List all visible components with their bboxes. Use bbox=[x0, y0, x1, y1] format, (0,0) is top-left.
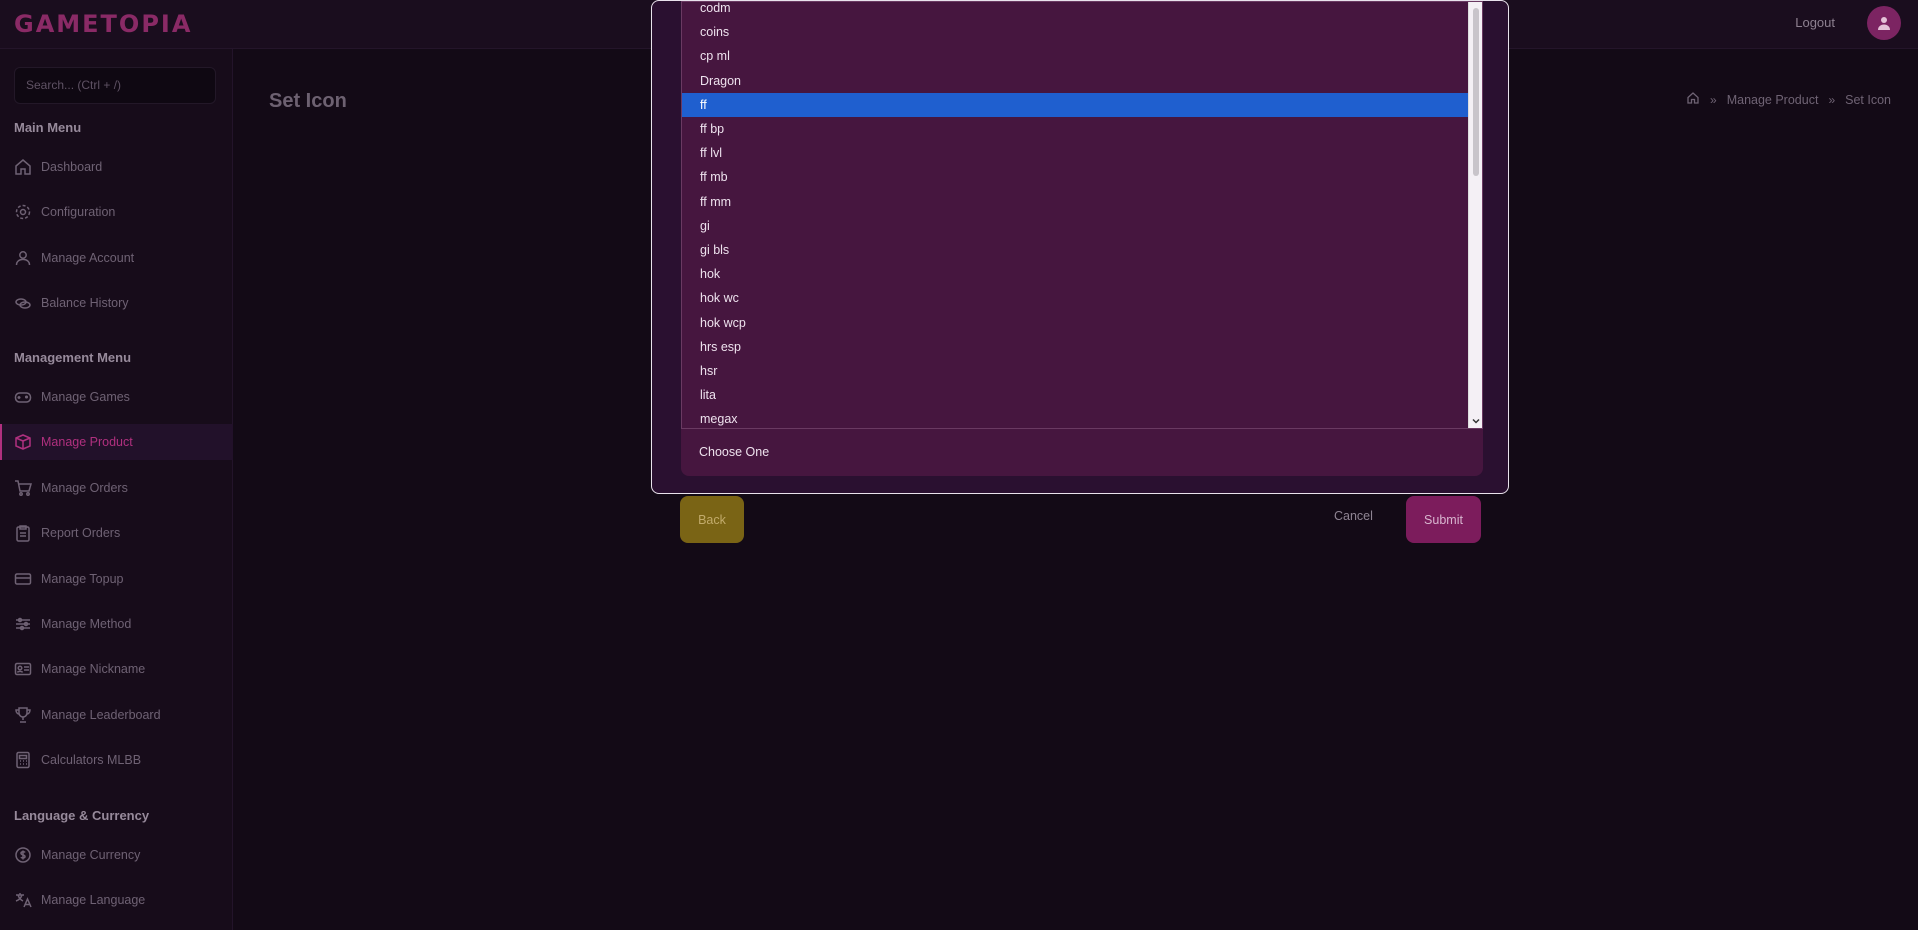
option-item[interactable]: cp ml bbox=[682, 44, 1469, 68]
sidebar-item-calculators-mlbb[interactable]: Calculators MLBB bbox=[0, 742, 233, 778]
cart-icon bbox=[14, 479, 32, 497]
scrollbar-thumb[interactable] bbox=[1473, 8, 1479, 176]
option-item[interactable]: codm bbox=[682, 2, 1469, 20]
main-menu-title: Main Menu bbox=[14, 120, 82, 135]
card-icon bbox=[14, 570, 32, 588]
sliders-icon bbox=[14, 615, 32, 633]
logout-link[interactable]: Logout bbox=[1795, 15, 1835, 30]
breadcrumb: » Manage Product » Set Icon bbox=[1686, 91, 1891, 108]
sidebar-item-label: Report Orders bbox=[41, 526, 121, 541]
calculator-icon bbox=[14, 751, 32, 769]
sidebar-item-label: Calculators MLBB bbox=[41, 753, 142, 768]
gamepad-icon bbox=[14, 388, 32, 406]
sidebar-item-label: Dashboard bbox=[41, 160, 103, 174]
user-icon bbox=[14, 249, 32, 267]
sidebar-item-label: Manage Currency bbox=[41, 848, 141, 862]
breadcrumb-separator: » bbox=[1828, 92, 1836, 107]
language-currency-title: Language & Currency bbox=[14, 808, 150, 823]
option-item[interactable]: gi bls bbox=[682, 238, 1469, 262]
icon-select-panel: codm coins cp ml Dragon ff ff bp ff lvl ff mb ff… bbox=[651, 0, 1509, 494]
id-card-icon bbox=[14, 660, 32, 678]
option-item[interactable]: ff bbox=[682, 92, 1469, 117]
option-item[interactable]: gi bbox=[682, 214, 1469, 238]
sidebar-item-label: Manage Nickname bbox=[41, 662, 146, 677]
sidebar: Search... (Ctrl + /) Main Menu Dashboard… bbox=[0, 49, 233, 930]
sidebar-item-label: Manage Language bbox=[41, 893, 146, 908]
option-item[interactable]: ff lvl bbox=[682, 141, 1469, 165]
sidebar-item-label: Manage Method bbox=[41, 617, 132, 631]
option-item[interactable]: ff mb bbox=[682, 165, 1469, 189]
logo[interactable]: GAMETOPIA bbox=[14, 10, 192, 38]
option-item[interactable]: megax bbox=[682, 407, 1469, 428]
option-item[interactable]: hok wcp bbox=[682, 311, 1469, 335]
sidebar-item-manage-orders[interactable]: Manage Orders bbox=[0, 470, 233, 506]
chevron-down-icon[interactable] bbox=[1471, 416, 1481, 426]
option-item[interactable]: lita bbox=[682, 383, 1469, 407]
management-menu-title: Management Menu bbox=[14, 350, 132, 365]
sidebar-item-configuration[interactable]: Configuration bbox=[0, 194, 233, 230]
breadcrumb-manage-product[interactable]: Manage Product bbox=[1727, 93, 1819, 107]
breadcrumb-separator: » bbox=[1710, 92, 1717, 107]
home-icon bbox=[14, 158, 32, 176]
search-input[interactable]: Search... (Ctrl + /) bbox=[14, 67, 216, 104]
sidebar-item-manage-topup[interactable]: Manage Topup bbox=[0, 561, 233, 597]
option-item[interactable]: hrs esp bbox=[682, 335, 1469, 359]
sidebar-item-manage-currency[interactable]: Manage Currency bbox=[0, 837, 233, 873]
sidebar-item-label: Manage Leaderboard bbox=[41, 707, 161, 722]
sidebar-item-manage-account[interactable]: Manage Account bbox=[0, 240, 233, 276]
clipboard-icon bbox=[14, 524, 32, 542]
dollar-icon bbox=[14, 846, 32, 864]
submit-button[interactable]: Submit bbox=[1406, 496, 1481, 543]
home-icon[interactable] bbox=[1686, 91, 1700, 108]
sidebar-item-manage-nickname[interactable]: Manage Nickname bbox=[0, 651, 233, 687]
option-item[interactable]: hsr bbox=[682, 359, 1469, 383]
sidebar-item-label: Configuration bbox=[41, 205, 116, 220]
option-item[interactable]: hok bbox=[682, 262, 1469, 286]
breadcrumb-set-icon: Set Icon bbox=[1845, 92, 1891, 107]
sidebar-item-label: Balance History bbox=[41, 296, 129, 311]
sidebar-item-label: Manage Product bbox=[41, 435, 133, 450]
sidebar-item-dashboard[interactable]: Dashboard bbox=[0, 149, 233, 185]
back-button[interactable]: Back bbox=[680, 496, 744, 543]
sidebar-item-label: Manage Account bbox=[41, 250, 135, 265]
option-item[interactable]: hok wc bbox=[682, 286, 1469, 310]
option-item[interactable]: coins bbox=[682, 20, 1469, 44]
trophy-icon bbox=[14, 706, 32, 724]
sidebar-item-label: Manage Orders bbox=[41, 480, 128, 495]
sidebar-item-balance-history[interactable]: Balance History bbox=[0, 285, 233, 321]
cancel-button[interactable]: Cancel bbox=[1334, 509, 1373, 523]
sidebar-item-manage-leaderboard[interactable]: Manage Leaderboard bbox=[0, 697, 233, 733]
option-item[interactable]: Dragon bbox=[682, 69, 1469, 93]
option-item[interactable]: ff bp bbox=[682, 117, 1469, 141]
box-icon bbox=[14, 433, 32, 451]
option-item[interactable]: ff mm bbox=[682, 190, 1469, 214]
sidebar-item-label: Manage Topup bbox=[41, 571, 124, 586]
sidebar-item-manage-language[interactable]: Manage Language bbox=[0, 882, 233, 918]
sidebar-item-label: Manage Games bbox=[41, 390, 130, 404]
coins-icon bbox=[14, 294, 32, 312]
user-icon bbox=[1878, 17, 1890, 30]
sidebar-item-manage-method[interactable]: Manage Method bbox=[0, 606, 233, 642]
translate-icon bbox=[14, 891, 32, 909]
choose-one-field[interactable]: Choose One bbox=[681, 429, 1483, 476]
sidebar-item-report-orders[interactable]: Report Orders bbox=[0, 515, 233, 551]
sidebar-item-manage-product[interactable]: Manage Product bbox=[0, 424, 233, 461]
icon-select-listbox[interactable]: codm coins cp ml Dragon ff ff bp ff lvl ff mb ff… bbox=[681, 1, 1483, 429]
listbox-scrollbar[interactable] bbox=[1468, 2, 1482, 428]
gear-icon bbox=[14, 203, 32, 221]
sidebar-item-manage-games[interactable]: Manage Games bbox=[0, 379, 233, 415]
avatar[interactable] bbox=[1867, 6, 1901, 40]
page-title: Set Icon bbox=[269, 90, 347, 112]
